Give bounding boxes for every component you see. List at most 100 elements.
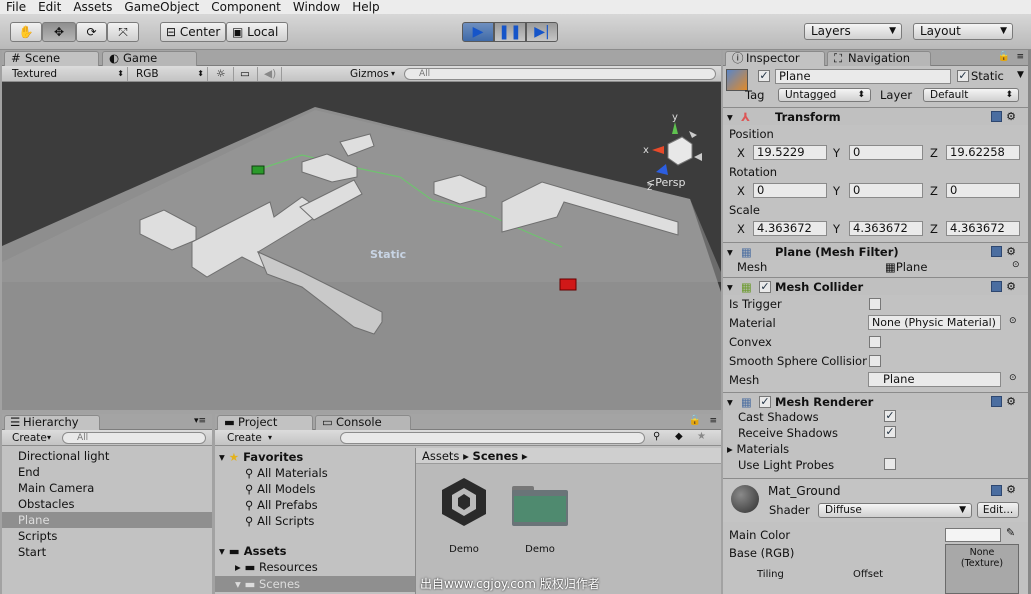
- breadcrumb-current[interactable]: Scenes: [473, 449, 519, 463]
- lighting-toggle[interactable]: ☼: [212, 67, 234, 81]
- help-book-icon[interactable]: [991, 485, 1002, 496]
- rotate-tool-button[interactable]: ⟳: [76, 22, 107, 42]
- hierarchy-item[interactable]: Start: [2, 544, 212, 560]
- tab-project[interactable]: ▬ Project: [217, 415, 313, 430]
- is-trigger-checkbox[interactable]: [869, 298, 881, 310]
- filter-type-icon[interactable]: ⚲: [653, 431, 660, 442]
- physic-material-field[interactable]: None (Physic Material): [868, 315, 1001, 330]
- asset-folder-item[interactable]: ▸ ▬ Resources: [235, 560, 318, 574]
- help-book-icon[interactable]: [991, 396, 1002, 407]
- scale-y-field[interactable]: 4.363672: [849, 221, 923, 236]
- static-checkbox[interactable]: ✓: [957, 70, 969, 82]
- position-z-field[interactable]: 19.62258: [946, 145, 1020, 160]
- tab-console[interactable]: ▭ Console: [315, 415, 411, 430]
- tab-hierarchy[interactable]: ☰ Hierarchy: [4, 415, 100, 430]
- menu-component[interactable]: Component: [211, 0, 281, 14]
- draw-mode-dropdown[interactable]: Textured ⬍: [8, 67, 128, 81]
- object-name-input[interactable]: Plane: [775, 69, 951, 84]
- eyedropper-icon[interactable]: ✎: [1006, 526, 1015, 539]
- filter-label-icon[interactable]: ◆: [675, 431, 683, 442]
- cast-shadows-checkbox[interactable]: ✓: [884, 410, 896, 422]
- gear-icon[interactable]: ⚙: [1006, 483, 1016, 496]
- mesh-collider-enabled-checkbox[interactable]: ✓: [759, 281, 771, 293]
- menu-window[interactable]: Window: [293, 0, 340, 14]
- rotation-x-field[interactable]: 0: [753, 183, 827, 198]
- favorites-header[interactable]: ▾ ★ Favorites: [219, 450, 303, 464]
- audio-toggle[interactable]: ◀): [260, 67, 282, 81]
- menu-gameobject[interactable]: GameObject: [124, 0, 199, 14]
- menu-help[interactable]: Help: [352, 0, 379, 14]
- hand-tool-button[interactable]: ✋: [10, 22, 42, 42]
- scale-tool-button[interactable]: ⤧: [107, 22, 139, 42]
- image-toggle[interactable]: ▭: [236, 67, 258, 81]
- layer-dropdown[interactable]: Default ⬍: [923, 88, 1019, 102]
- base-texture-slot[interactable]: None (Texture): [945, 544, 1019, 594]
- menu-edit[interactable]: Edit: [38, 0, 61, 14]
- hierarchy-item[interactable]: Directional light: [2, 448, 212, 464]
- hierarchy-create-dropdown[interactable]: Create ▾: [8, 431, 54, 445]
- active-checkbox[interactable]: ✓: [758, 70, 770, 82]
- render-mode-dropdown[interactable]: RGB ⬍: [132, 67, 208, 81]
- mesh-renderer-header[interactable]: ▾ ▦ ✓ Mesh Renderer ⚙: [723, 392, 1028, 410]
- convex-checkbox[interactable]: [869, 336, 881, 348]
- help-book-icon[interactable]: [991, 246, 1002, 257]
- menu-assets[interactable]: Assets: [73, 0, 112, 14]
- layers-dropdown[interactable]: Layers ▼: [804, 23, 902, 40]
- lock-icon[interactable]: 🔒: [689, 415, 701, 426]
- hierarchy-item[interactable]: Scripts: [2, 528, 212, 544]
- panel-menu-icon[interactable]: ≡: [1016, 52, 1024, 62]
- position-y-field[interactable]: 0: [849, 145, 923, 160]
- menu-file[interactable]: File: [6, 0, 26, 14]
- help-book-icon[interactable]: [991, 281, 1002, 292]
- hierarchy-item[interactable]: Obstacles: [2, 496, 212, 512]
- favorite-item[interactable]: ⚲ All Scripts: [245, 514, 314, 528]
- assets-header[interactable]: ▾ ▬ Assets: [219, 544, 286, 558]
- hierarchy-search-input[interactable]: All: [62, 432, 206, 444]
- help-book-icon[interactable]: [991, 111, 1002, 122]
- hierarchy-item[interactable]: Main Camera: [2, 480, 212, 496]
- mesh-filter-header[interactable]: ▾ ▦ Plane (Mesh Filter) ⚙: [723, 242, 1028, 260]
- favorite-item[interactable]: ⚲ All Prefabs: [245, 498, 318, 512]
- project-create-dropdown[interactable]: Create ▾: [223, 431, 275, 445]
- mesh-renderer-enabled-checkbox[interactable]: ✓: [759, 396, 771, 408]
- main-color-swatch[interactable]: [945, 528, 1001, 542]
- asset-item-scene[interactable]: Demo: [434, 472, 498, 582]
- receive-shadows-checkbox[interactable]: ✓: [884, 426, 896, 438]
- favorite-star-icon[interactable]: ★: [697, 431, 706, 442]
- tab-scene[interactable]: # Scene: [4, 51, 99, 66]
- tab-navigation[interactable]: ⛶ Navigation: [827, 51, 931, 66]
- gear-icon[interactable]: ⚙: [1006, 393, 1016, 411]
- asset-folder-item-selected[interactable]: ▾ ▬ Scenes: [215, 576, 415, 592]
- scale-x-field[interactable]: 4.363672: [753, 221, 827, 236]
- rotation-y-field[interactable]: 0: [849, 183, 923, 198]
- gear-icon[interactable]: ⚙: [1006, 278, 1016, 296]
- scale-z-field[interactable]: 4.363672: [946, 221, 1020, 236]
- mesh-object-field[interactable]: ▦Plane: [885, 260, 927, 274]
- gizmos-dropdown[interactable]: Gizmos ▾: [346, 67, 398, 81]
- object-picker-icon[interactable]: ⊙: [1009, 316, 1017, 326]
- smooth-sphere-collision-checkbox[interactable]: [869, 355, 881, 367]
- panel-menu-icon[interactable]: ▾≡: [194, 416, 206, 426]
- static-dropdown-arrow-icon[interactable]: ▼: [1017, 70, 1024, 80]
- tab-inspector[interactable]: ⓘ Inspector: [725, 51, 825, 66]
- play-button[interactable]: ▶: [462, 22, 494, 42]
- object-picker-icon[interactable]: ⊙: [1009, 373, 1017, 383]
- rotation-z-field[interactable]: 0: [946, 183, 1020, 198]
- edit-shader-button[interactable]: Edit...: [977, 502, 1019, 518]
- tab-game[interactable]: ◐ Game: [102, 51, 197, 66]
- space-local-button[interactable]: ▣ Local: [226, 22, 288, 42]
- shader-dropdown[interactable]: Diffuse ▼: [818, 503, 972, 518]
- tag-dropdown[interactable]: Untagged ⬍: [778, 88, 871, 102]
- gear-icon[interactable]: ⚙: [1006, 243, 1016, 261]
- panel-menu-icon[interactable]: ≡: [709, 416, 717, 426]
- materials-foldout[interactable]: ▸ Materials: [727, 442, 789, 456]
- favorite-item[interactable]: ⚲ All Models: [245, 482, 316, 496]
- asset-item-folder[interactable]: Demo: [510, 472, 574, 582]
- collider-mesh-field[interactable]: Plane: [868, 372, 1001, 387]
- persp-label[interactable]: <Persp: [646, 176, 685, 189]
- scene-search-input[interactable]: All: [404, 68, 716, 80]
- mesh-collider-header[interactable]: ▾ ▦ ✓ Mesh Collider ⚙: [723, 277, 1028, 295]
- project-search-input[interactable]: [340, 432, 645, 444]
- hierarchy-item[interactable]: End: [2, 464, 212, 480]
- breadcrumb-root[interactable]: Assets: [422, 449, 459, 463]
